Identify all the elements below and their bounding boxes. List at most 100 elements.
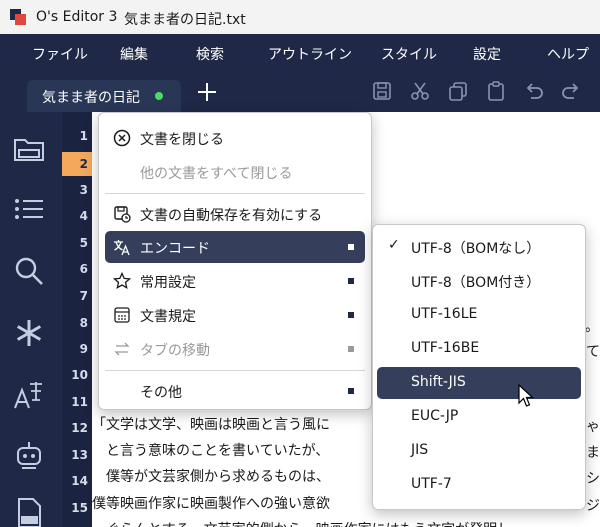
close-document-item[interactable]: 文書を閉じる <box>105 122 365 154</box>
line-number: 14 <box>71 474 88 488</box>
list-icon[interactable] <box>12 192 46 226</box>
line-number: 4 <box>79 209 88 223</box>
close-other-documents-item: 他の文書をすべて閉じる <box>105 156 365 188</box>
line-number-active: 2 <box>79 157 88 171</box>
editor-line: 僕等映画作家に映画製作への強い意欲 <box>92 496 330 512</box>
common-settings-item[interactable]: 常用設定 <box>105 265 365 297</box>
encoding-utf16le[interactable]: UTF-16LE <box>377 299 581 331</box>
star-icon <box>113 272 131 290</box>
line-number: 12 <box>71 421 88 435</box>
tab-bar: 気まま者の日記 <box>0 72 600 112</box>
menu-separator <box>105 193 365 194</box>
search-icon[interactable] <box>12 254 46 288</box>
title-bar: O's Editor 3 気まま者の日記.txt <box>0 0 600 34</box>
move-tab-item: タブの移動 <box>105 333 365 365</box>
encoding-shift-jis[interactable]: Shift-JIS <box>377 367 581 399</box>
menu-item-label: 文書の自動保存を有効にする <box>140 208 323 224</box>
document-tab[interactable]: 気まま者の日記 <box>27 80 181 112</box>
editor-line: と言う意味のことを書いていたが、 <box>92 443 330 459</box>
app-name: O's Editor 3 <box>36 9 118 25</box>
encoding-label: UTF-7 <box>411 476 452 492</box>
editor-text-fragment: て <box>586 344 600 360</box>
encoding-label: UTF-16BE <box>411 340 480 356</box>
encoding-label: Shift-JIS <box>411 374 466 390</box>
encoding-label: JIS <box>411 442 429 458</box>
submenu-arrow-icon <box>348 278 354 284</box>
menu-item-label: 文書を閉じる <box>140 132 224 148</box>
enable-autosave-item[interactable]: 文書の自動保存を有効にする <box>105 198 365 230</box>
line-number: 3 <box>79 183 88 197</box>
close-circle-icon <box>113 129 131 147</box>
font-glyph-icon[interactable] <box>12 378 46 412</box>
redo-icon[interactable] <box>560 80 582 102</box>
line-number: 13 <box>71 448 88 462</box>
editor-text-fragment: ジ <box>586 498 600 514</box>
menu-file[interactable]: ファイル <box>32 44 88 64</box>
sidebar <box>0 112 62 527</box>
copy-icon[interactable] <box>447 80 469 102</box>
other-item[interactable]: その他 <box>105 375 365 407</box>
line-number-gutter: 1 2 3 4 5 6 7 8 9 10 11 12 13 14 15 <box>62 112 92 527</box>
editor-line: 「文学は文学、映画は映画と言う風に <box>92 417 330 433</box>
menu-outline[interactable]: アウトライン <box>268 44 352 64</box>
menu-item-label: 文書規定 <box>140 309 196 325</box>
editor-text-fragment: ま <box>586 445 600 461</box>
folder-icon[interactable] <box>12 132 46 166</box>
line-number: 11 <box>71 395 88 409</box>
editor-line: ぐらんとする。文芸家的側から、映画作家にはもう文字が発明し <box>92 519 511 527</box>
line-number: 7 <box>79 289 88 303</box>
undo-icon[interactable] <box>523 80 545 102</box>
encoding-submenu: ✓ UTF-8（BOMなし） UTF-8（BOM付き） UTF-16LE UTF… <box>372 224 586 510</box>
robot-icon[interactable] <box>12 438 46 472</box>
encoding-jis[interactable]: JIS <box>377 435 581 467</box>
menu-separator <box>105 370 365 371</box>
menu-search[interactable]: 検索 <box>196 44 224 64</box>
line-number: 5 <box>79 236 88 250</box>
encoding-utf8-nobom[interactable]: ✓ UTF-8（BOMなし） <box>377 231 581 263</box>
submenu-arrow-icon <box>348 244 354 250</box>
encoding-utf16be[interactable]: UTF-16BE <box>377 333 581 365</box>
encoding-utf8-bom[interactable]: UTF-8（BOM付き） <box>377 265 581 297</box>
submenu-arrow-icon <box>348 346 354 352</box>
line-number: 1 <box>79 129 88 143</box>
editor-line: 僕等が文芸家側から求めるものは、 <box>92 469 330 485</box>
menu-item-label: タブの移動 <box>140 343 210 359</box>
window-title-file: 気まま者の日記.txt <box>124 12 246 28</box>
menu-bar: ファイル 編集 検索 アウトライン スタイル 設定 ヘルプ <box>0 34 600 72</box>
encoding-label: UTF-8（BOMなし） <box>411 241 541 257</box>
encoding-item[interactable]: エンコード <box>105 231 365 263</box>
encoding-euc-jp[interactable]: EUC-JP <box>377 401 581 433</box>
cut-icon[interactable] <box>409 80 431 102</box>
encoding-label: UTF-8（BOM付き） <box>411 275 541 291</box>
menu-item-label: 常用設定 <box>140 275 196 291</box>
menu-settings[interactable]: 設定 <box>473 44 501 64</box>
unsaved-indicator-icon <box>155 92 163 100</box>
translate-icon <box>114 240 130 256</box>
swap-icon <box>114 342 130 356</box>
menu-style[interactable]: スタイル <box>381 44 437 64</box>
editor-text-fragment: 。 <box>585 319 599 335</box>
editor-text-fragment: ゃ <box>586 419 600 435</box>
autosave-icon <box>114 206 131 223</box>
tab-title: 気まま者の日記 <box>42 90 140 106</box>
line-number: 6 <box>79 262 88 276</box>
check-icon: ✓ <box>388 237 400 253</box>
menu-edit[interactable]: 編集 <box>120 44 148 64</box>
paste-icon[interactable] <box>485 80 507 102</box>
line-number: 10 <box>71 368 88 382</box>
pdf-icon[interactable] <box>12 496 46 527</box>
encoding-utf7[interactable]: UTF-7 <box>377 469 581 501</box>
document-rules-item[interactable]: 文書規定 <box>105 299 365 331</box>
asterisk-icon[interactable] <box>12 316 46 350</box>
add-tab-icon[interactable] <box>195 80 219 104</box>
menu-item-label: 他の文書をすべて閉じる <box>140 166 293 182</box>
line-number: 9 <box>79 342 88 356</box>
save-icon[interactable] <box>371 80 393 102</box>
menu-help[interactable]: ヘルプ <box>547 44 589 64</box>
tab-context-menu: 文書を閉じる 他の文書をすべて閉じる 文書の自動保存を有効にする エンコード 常… <box>98 112 372 410</box>
line-number: 8 <box>79 316 88 330</box>
document-rules-icon <box>114 307 130 323</box>
menu-item-label: エンコード <box>140 241 210 257</box>
editor-text-fragment: シ <box>586 471 600 487</box>
submenu-arrow-icon <box>348 312 354 318</box>
